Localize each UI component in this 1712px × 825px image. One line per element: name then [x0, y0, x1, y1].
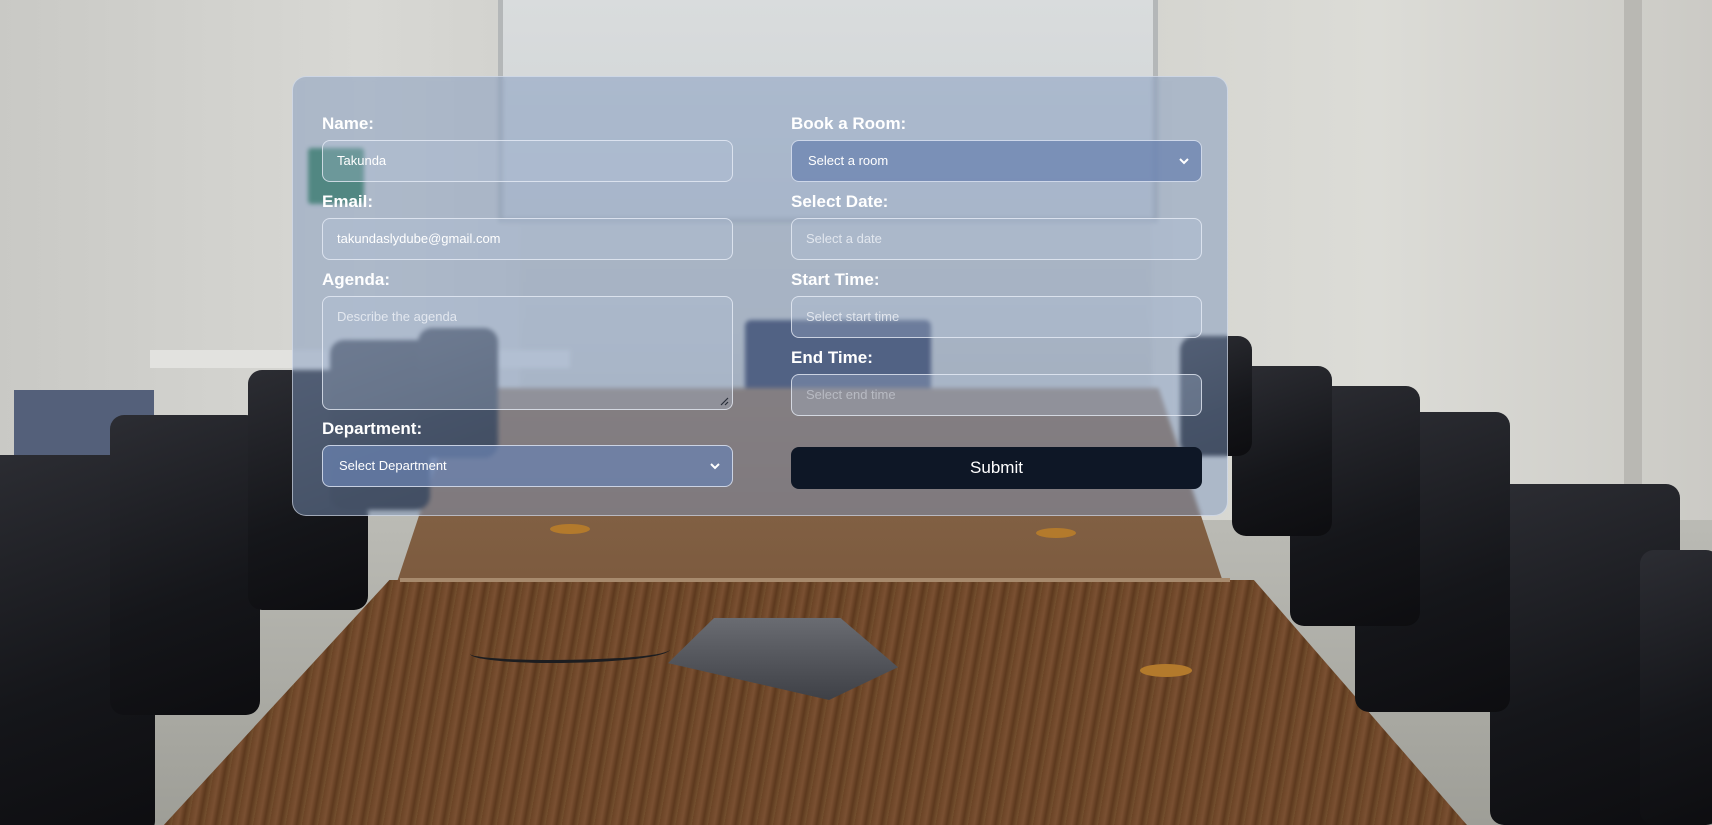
email-field[interactable]: takundaslydube@gmail.com — [322, 218, 733, 260]
start-time-field[interactable]: Select start time — [791, 296, 1202, 338]
agenda-textarea[interactable]: Describe the agenda — [322, 296, 733, 410]
department-selected-value: Select Department — [339, 458, 447, 473]
date-placeholder: Select a date — [806, 231, 882, 246]
room-label: Book a Room: — [791, 114, 907, 133]
submit-button[interactable]: Submit — [791, 447, 1202, 489]
department-select[interactable]: Select Department — [322, 445, 733, 487]
chevron-down-icon — [1179, 158, 1189, 165]
table-grommet — [1140, 664, 1192, 677]
name-value: Takunda — [337, 153, 387, 168]
booking-form: Name: Takunda Email: takundaslydube@gmai… — [292, 76, 1228, 516]
name-field[interactable]: Takunda — [322, 140, 733, 182]
start-time-label: Start Time: — [791, 270, 880, 289]
email-value: takundaslydube@gmail.com — [337, 231, 501, 246]
name-label: Name: — [322, 114, 374, 133]
table-seam — [400, 578, 1230, 582]
agenda-label: Agenda: — [322, 270, 390, 289]
room-select[interactable]: Select a room — [791, 140, 1202, 182]
table-grommet — [550, 524, 590, 534]
date-field[interactable]: Select a date — [791, 218, 1202, 260]
room-selected-value: Select a room — [808, 153, 889, 168]
chair — [110, 415, 260, 715]
agenda-placeholder: Describe the agenda — [337, 309, 457, 324]
chevron-down-icon — [710, 463, 720, 470]
start-time-placeholder: Select start time — [806, 309, 900, 324]
chair — [1640, 550, 1712, 825]
resize-handle-icon[interactable] — [719, 396, 729, 406]
end-time-label: End Time: — [791, 348, 873, 367]
table-grommet — [1036, 528, 1076, 538]
date-label: Select Date: — [791, 192, 889, 211]
table-near-section — [150, 580, 1480, 825]
end-time-field[interactable]: Select end time — [791, 374, 1202, 416]
end-time-placeholder: Select end time — [806, 387, 896, 402]
email-label: Email: — [322, 192, 374, 211]
department-label: Department: — [322, 419, 423, 438]
wall-pillar — [1624, 0, 1642, 520]
